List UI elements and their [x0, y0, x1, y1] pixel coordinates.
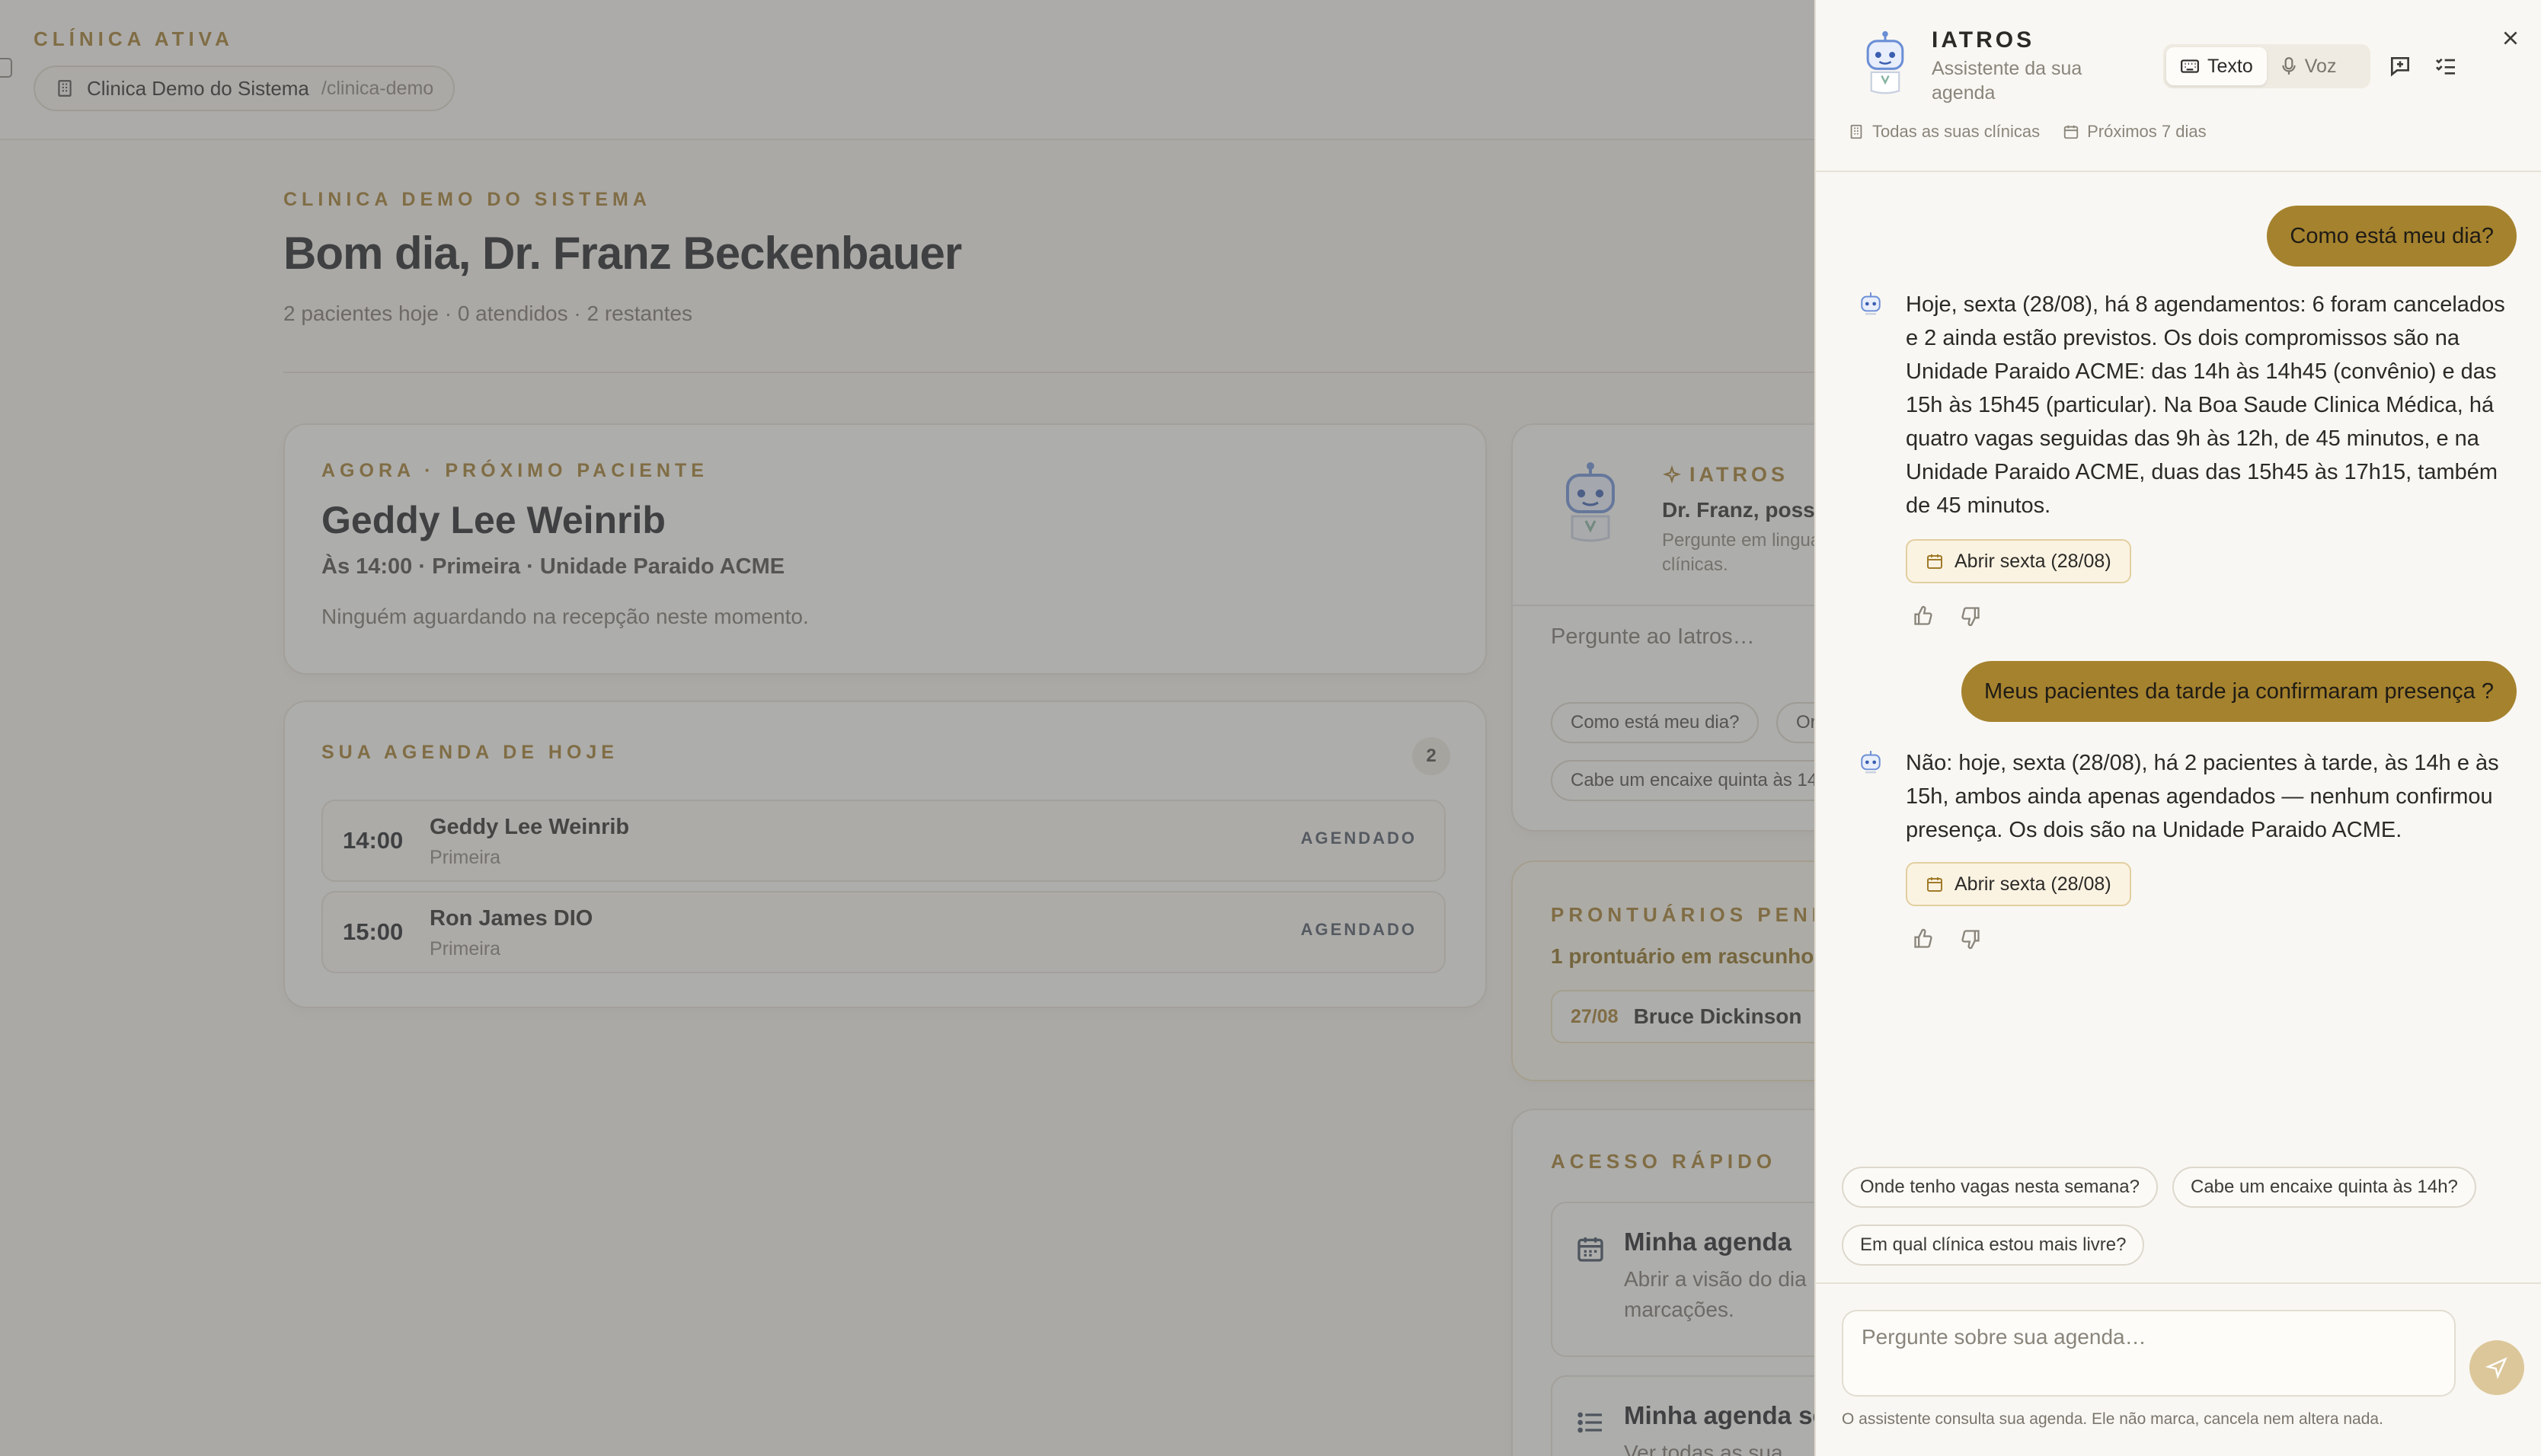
thumbs-down-icon[interactable]: [1959, 605, 1982, 627]
scope-clinics: Todas as suas clínicas: [1848, 122, 2040, 142]
mode-voice-button[interactable]: Voz: [2267, 47, 2351, 85]
checklist-icon: [2436, 58, 2455, 75]
user-message: Meus pacientes da tarde ja confirmaram p…: [1961, 661, 2517, 722]
message-plus-icon: [2391, 57, 2409, 77]
building-icon: [1850, 124, 1862, 139]
open-day-label: Abrir sexta (28/08): [1954, 550, 2111, 572]
message-list[interactable]: Como está meu dia? Hoje, sexta (28/08), …: [1816, 174, 2541, 1156]
assistant-disclaimer: O assistente consulta sua agenda. Ele nã…: [1842, 1410, 2383, 1428]
feedback-button[interactable]: [2383, 49, 2418, 84]
assistant-header: IATROS Assistente da sua agenda Texto Vo…: [1816, 0, 2541, 172]
assistant-subtitle: Assistente da sua agenda: [1932, 58, 2082, 104]
composer: O assistente consulta sua agenda. Ele nã…: [1816, 1282, 2541, 1456]
thumbs-down-icon[interactable]: [1959, 928, 1982, 950]
assistant-message: Não: hoje, sexta (28/08), há 2 pacientes…: [1906, 751, 2499, 842]
suggestion-chip[interactable]: Onde tenho vagas nesta semana?: [1842, 1167, 2158, 1208]
calendar-icon: [1927, 877, 1942, 892]
scope-clinics-label: Todas as suas clínicas: [1872, 122, 2041, 141]
assistant-message: Hoje, sexta (28/08), há 8 agendamentos: …: [1906, 292, 2505, 518]
suggestion-chip[interactable]: Em qual clínica estou mais livre?: [1842, 1225, 2145, 1266]
open-day-button[interactable]: Abrir sexta (28/08): [1906, 862, 2131, 906]
user-message: Como está meu dia?: [2267, 206, 2517, 267]
microphone-icon: [2282, 57, 2296, 75]
send-button[interactable]: [2469, 1340, 2524, 1395]
thumbs-up-icon[interactable]: [1912, 605, 1935, 627]
calendar-icon: [1927, 554, 1942, 569]
dashboard: CLÍNICA ATIVA Clinica Demo do Sistema /c…: [0, 0, 1816, 1456]
assistant-panel: IATROS Assistente da sua agenda Texto Vo…: [1814, 0, 2541, 1456]
assistant-scope: Todas as suas clínicas Próximos 7 dias: [1848, 122, 2207, 142]
mode-text-button[interactable]: Texto: [2166, 47, 2267, 85]
thumbs-up-icon[interactable]: [1912, 928, 1935, 950]
open-day-label: Abrir sexta (28/08): [1954, 873, 2111, 895]
assistant-avatar-icon: [1861, 751, 1881, 774]
mode-voice-label: Voz: [2304, 55, 2337, 77]
calendar-icon: [2063, 125, 2079, 139]
modal-backdrop[interactable]: [0, 0, 1816, 1456]
assistant-title: IATROS: [1932, 27, 2035, 53]
message-feedback: [1912, 928, 1982, 950]
close-icon: [2504, 31, 2517, 45]
suggestion-chip[interactable]: Cabe um encaixe quinta às 14h?: [2172, 1167, 2476, 1208]
checklist-button[interactable]: [2428, 49, 2463, 84]
send-icon: [2485, 1357, 2507, 1379]
scope-period-label: Próximos 7 dias: [2087, 122, 2207, 141]
message-feedback: [1912, 605, 1982, 627]
keyboard-icon: [2181, 59, 2199, 73]
robot-icon: [1866, 30, 1904, 94]
assistant-avatar-icon: [1861, 292, 1881, 315]
mode-text-label: Texto: [2207, 55, 2253, 77]
mode-toggle: Texto Voz: [2163, 44, 2370, 88]
chat-input[interactable]: [1842, 1310, 2456, 1397]
close-button[interactable]: [2495, 23, 2526, 53]
open-day-button[interactable]: Abrir sexta (28/08): [1906, 539, 2131, 583]
scope-period: Próximos 7 dias: [2063, 122, 2207, 142]
